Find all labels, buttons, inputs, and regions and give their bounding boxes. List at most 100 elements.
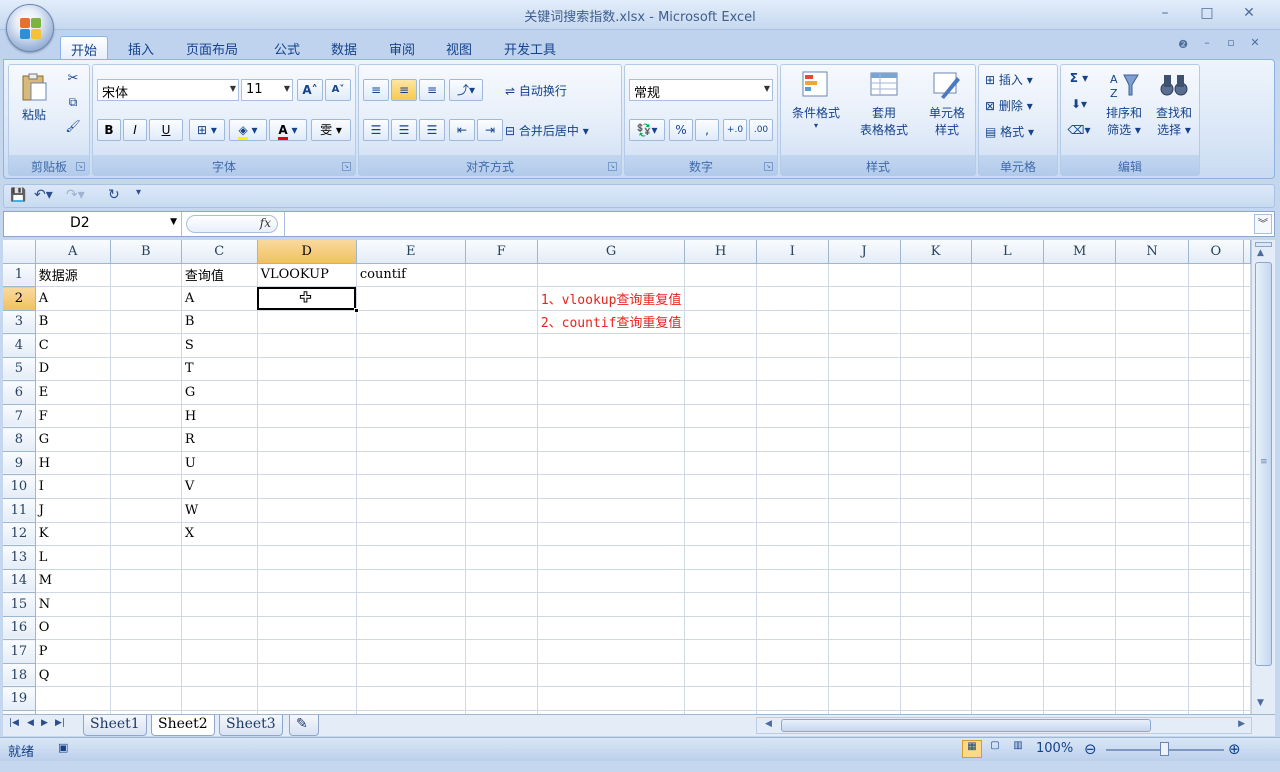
cell-e3[interactable]: [356, 310, 466, 335]
cell-e8[interactable]: [356, 427, 466, 452]
sort-filter-button[interactable]: AZ 排序和 筛选 ▾: [1099, 69, 1149, 149]
row-header[interactable]: 18: [3, 663, 36, 688]
cell-c12[interactable]: X: [181, 522, 258, 547]
cell-n14[interactable]: [1115, 569, 1189, 594]
cell-m8[interactable]: [1043, 427, 1117, 452]
grow-font-button[interactable]: A˄: [297, 79, 323, 101]
cell-c19[interactable]: [181, 686, 258, 711]
cell-c16[interactable]: [181, 616, 258, 641]
align-bottom-icon[interactable]: ≡: [419, 79, 445, 101]
cell-f1[interactable]: [465, 263, 538, 288]
cell-m11[interactable]: [1043, 498, 1117, 523]
cell-h16[interactable]: [684, 616, 757, 641]
cell-e16[interactable]: [356, 616, 466, 641]
office-button[interactable]: [6, 4, 54, 52]
close-button[interactable]: ✕: [1234, 5, 1264, 21]
cell-g8[interactable]: [537, 427, 686, 452]
cell-f2[interactable]: [465, 286, 538, 311]
row-header[interactable]: 5: [3, 357, 36, 382]
macro-record-icon[interactable]: ▣: [58, 741, 68, 754]
row-header[interactable]: 16: [3, 616, 36, 641]
cell-e9[interactable]: [356, 451, 466, 476]
cell-b13[interactable]: [110, 545, 182, 570]
cell-a19[interactable]: [35, 686, 111, 711]
cell-o2[interactable]: [1188, 286, 1245, 311]
cut-icon[interactable]: ✂: [63, 71, 83, 86]
cell-f8[interactable]: [465, 427, 538, 452]
cell-g6[interactable]: [537, 380, 686, 405]
cell-k4[interactable]: [900, 333, 972, 358]
insert-cells-button[interactable]: ⊞ 插入 ▾: [985, 71, 1055, 88]
tab-home[interactable]: 开始: [60, 36, 109, 60]
column-header-m[interactable]: M: [1043, 240, 1117, 264]
cell-g2[interactable]: 1、vlookup查询重复值: [537, 286, 686, 311]
cell-b19[interactable]: [110, 686, 182, 711]
cell-f17[interactable]: [465, 639, 538, 664]
cell-a10[interactable]: I: [35, 474, 111, 499]
cell-j2[interactable]: [828, 286, 901, 311]
cell-e14[interactable]: [356, 569, 466, 594]
cell-d11[interactable]: [257, 498, 357, 523]
cell-g3[interactable]: 2、countif查询重复值: [537, 310, 686, 335]
cell-h10[interactable]: [684, 474, 757, 499]
cell-o5[interactable]: [1188, 357, 1245, 382]
tab-developer[interactable]: 开发工具: [494, 36, 566, 60]
cell-d17[interactable]: [257, 639, 357, 664]
format-cells-button[interactable]: ▤ 格式 ▾: [985, 123, 1055, 140]
number-format-combo[interactable]: 常规 ▼: [629, 79, 773, 101]
cell-f16[interactable]: [465, 616, 538, 641]
cell-k11[interactable]: [900, 498, 972, 523]
phonetic-button[interactable]: 雯 ▾: [311, 119, 351, 141]
refresh-icon[interactable]: ↻: [108, 187, 120, 203]
font-size-combo[interactable]: 11 ▼: [241, 79, 293, 101]
cell-a2[interactable]: A: [35, 286, 111, 311]
cell-j5[interactable]: [828, 357, 901, 382]
cell-m5[interactable]: [1043, 357, 1117, 382]
cell-o15[interactable]: [1188, 592, 1245, 617]
cell-f7[interactable]: [465, 404, 538, 429]
cell-h11[interactable]: [684, 498, 757, 523]
cell-g19[interactable]: [537, 686, 686, 711]
align-left-icon[interactable]: ☰: [363, 119, 389, 141]
cell-b8[interactable]: [110, 427, 182, 452]
cell-i1[interactable]: [756, 263, 829, 288]
cell-c18[interactable]: [181, 663, 258, 688]
scroll-left-icon[interactable]: ◀: [765, 719, 772, 729]
cell-l19[interactable]: [971, 686, 1044, 711]
cell-e12[interactable]: [356, 522, 466, 547]
cell-n17[interactable]: [1115, 639, 1189, 664]
clipboard-launcher-icon[interactable]: ↘: [76, 162, 85, 171]
paste-button[interactable]: 粘贴: [15, 71, 53, 141]
cell-c10[interactable]: V: [181, 474, 258, 499]
cell-b7[interactable]: [110, 404, 182, 429]
cell-m13[interactable]: [1043, 545, 1117, 570]
cell-g5[interactable]: [537, 357, 686, 382]
cell-k12[interactable]: [900, 522, 972, 547]
cell-i16[interactable]: [756, 616, 829, 641]
split-handle[interactable]: [1255, 242, 1272, 247]
vertical-scroll-thumb[interactable]: ≡: [1255, 262, 1272, 666]
cell-d2[interactable]: ✚: [257, 286, 359, 313]
worksheet-grid[interactable]: ABCDEFGHIJKLMNO 1 数据源 查询值 VLOOKUP countif 2 A A…: [3, 240, 1251, 714]
maximize-button[interactable]: □: [1192, 5, 1222, 21]
tab-review[interactable]: 审阅: [379, 36, 425, 60]
cell-h18[interactable]: [684, 663, 757, 688]
cell-n15[interactable]: [1115, 592, 1189, 617]
cell-d19[interactable]: [257, 686, 357, 711]
cell-c3[interactable]: B: [181, 310, 258, 335]
cell-m1[interactable]: [1043, 263, 1117, 288]
horizontal-scroll-thumb[interactable]: [781, 719, 1151, 732]
row-header[interactable]: 11: [3, 498, 36, 523]
row-header[interactable]: 13: [3, 545, 36, 570]
column-header-i[interactable]: I: [756, 240, 829, 264]
cell-b15[interactable]: [110, 592, 182, 617]
cell-m2[interactable]: [1043, 286, 1117, 311]
cell-d4[interactable]: [257, 333, 357, 358]
cell-k15[interactable]: [900, 592, 972, 617]
cell-k19[interactable]: [900, 686, 972, 711]
vertical-scrollbar[interactable]: ▲ ≡ ▼: [1251, 240, 1275, 714]
cell-c1[interactable]: 查询值: [181, 263, 258, 288]
cell-g9[interactable]: [537, 451, 686, 476]
cell-m14[interactable]: [1043, 569, 1117, 594]
cell-g18[interactable]: [537, 663, 686, 688]
